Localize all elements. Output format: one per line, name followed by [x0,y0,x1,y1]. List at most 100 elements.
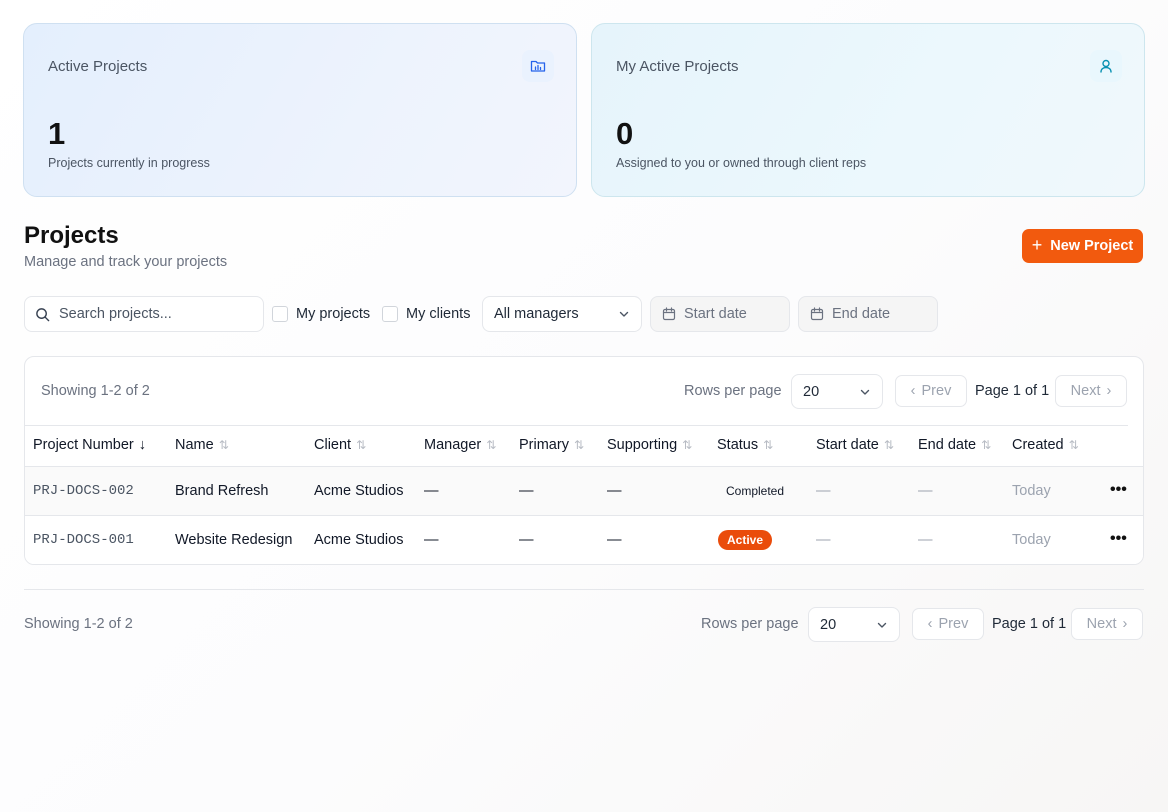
chevron-down-icon [860,389,870,395]
row-actions-icon[interactable]: ••• [1110,530,1127,548]
column-end-date[interactable]: End date ⇅ [918,437,991,453]
end-date-placeholder: End date [832,306,891,322]
card-value: 0 [616,116,634,151]
column-label: Primary [519,437,569,453]
next-label: Next [1086,616,1117,632]
column-status[interactable]: Status ⇅ [717,437,773,453]
prev-page-button-bottom[interactable]: ‹ Prev [912,608,984,640]
showing-count: Showing 1-2 of 2 [41,383,150,399]
chevron-left-icon: ‹ [927,616,933,632]
column-label: Client [314,437,352,453]
project-start-date: — [816,532,831,548]
my-projects-checkbox[interactable] [272,306,288,322]
project-start-date: — [816,483,831,499]
my-clients-checkbox[interactable] [382,306,398,322]
prev-label: Prev [921,383,952,399]
arrow-down-icon: ↓ [138,437,146,453]
column-label: Start date [816,437,879,453]
rows-per-page-value: 20 [803,383,820,400]
new-project-button[interactable]: + New Project [1022,229,1143,263]
my-active-projects-card: My Active Projects 0 Assigned to you or … [591,23,1145,197]
project-end-date: — [918,483,933,499]
end-date-picker[interactable]: End date [798,296,938,332]
column-manager[interactable]: Manager ⇅ [424,437,496,453]
column-label: Name [175,437,214,453]
active-projects-card: Active Projects 1 Projects currently in … [23,23,577,197]
page-title: Projects [24,222,119,249]
project-manager: — [424,532,439,548]
sort-icon: ⇅ [573,438,585,452]
chevron-down-icon [619,311,629,317]
project-name[interactable]: Brand Refresh [175,483,269,499]
rows-per-page-label: Rows per page [684,383,782,399]
card-value: 1 [48,116,66,151]
new-project-label: New Project [1050,238,1134,254]
project-number: PRJ-DOCS-001 [33,532,134,548]
prev-label: Prev [938,616,969,632]
column-created[interactable]: Created ⇅ [1012,437,1079,453]
search-box[interactable] [24,296,264,332]
sort-icon: ⇅ [682,438,693,452]
rows-per-page-select-bottom[interactable]: 20 [808,607,900,642]
column-client[interactable]: Client ⇅ [314,437,366,453]
header-divider [25,425,1128,426]
column-primary[interactable]: Primary ⇅ [519,437,584,453]
column-name[interactable]: Name ⇅ [175,437,229,453]
card-subtitle: Assigned to you or owned through client … [616,156,867,170]
chevron-left-icon: ‹ [910,383,916,399]
footer-divider [24,589,1144,590]
project-primary: — [519,532,534,548]
prev-page-button[interactable]: ‹ Prev [895,375,967,407]
project-name[interactable]: Website Redesign [175,532,292,548]
column-supporting[interactable]: Supporting ⇅ [607,437,692,453]
folder-chart-icon [522,50,554,82]
search-input[interactable] [59,306,249,322]
next-page-button[interactable]: Next › [1055,375,1127,407]
project-created: Today [1012,483,1051,499]
column-label: Created [1012,437,1064,453]
sort-icon: ⇅ [486,438,497,452]
project-client: Acme Studios [314,483,404,499]
plus-icon: + [1031,235,1043,255]
calendar-icon [662,307,676,321]
start-date-placeholder: Start date [684,306,747,322]
sort-icon: ⇅ [356,438,367,452]
page-info-bottom: Page 1 of 1 [992,616,1067,632]
project-supporting: — [607,532,622,548]
chevron-right-icon: › [1122,616,1128,632]
column-start-date[interactable]: Start date ⇅ [816,437,894,453]
start-date-picker[interactable]: Start date [650,296,790,332]
rows-per-page-label-bottom: Rows per page [701,616,799,632]
row-actions-icon[interactable]: ••• [1110,481,1127,499]
column-label: Status [717,437,759,453]
my-projects-label[interactable]: My projects [296,306,370,322]
project-manager: — [424,483,439,499]
project-number: PRJ-DOCS-002 [33,483,134,499]
manager-select[interactable]: All managers [482,296,642,332]
column-label: Supporting [607,437,678,453]
column-label: End date [918,437,977,453]
status-badge: Completed [726,484,785,498]
manager-select-value: All managers [494,306,579,322]
table-row[interactable]: PRJ-DOCS-002 Brand Refresh Acme Studios … [25,466,1143,515]
rows-per-page-select[interactable]: 20 [791,374,883,409]
next-label: Next [1070,383,1101,399]
page-subtitle: Manage and track your projects [24,254,228,270]
search-icon [36,307,50,321]
rows-per-page-value: 20 [820,616,837,633]
sort-icon: ⇅ [883,438,894,452]
showing-count-bottom: Showing 1-2 of 2 [24,616,133,632]
project-client: Acme Studios [314,532,404,548]
column-project-number[interactable]: Project Number ↓ [33,437,146,453]
projects-table: Showing 1-2 of 2 Rows per page 20 ‹ Prev… [24,356,1144,565]
project-supporting: — [607,483,622,499]
page-info: Page 1 of 1 [975,383,1050,399]
project-created: Today [1012,532,1051,548]
column-label: Manager [424,437,482,453]
sort-icon: ⇅ [218,438,229,452]
my-clients-label[interactable]: My clients [406,306,470,322]
next-page-button-bottom[interactable]: Next › [1071,608,1143,640]
card-title: Active Projects [48,58,148,75]
table-row[interactable]: PRJ-DOCS-001 Website Redesign Acme Studi… [25,515,1143,564]
card-title: My Active Projects [616,58,739,75]
